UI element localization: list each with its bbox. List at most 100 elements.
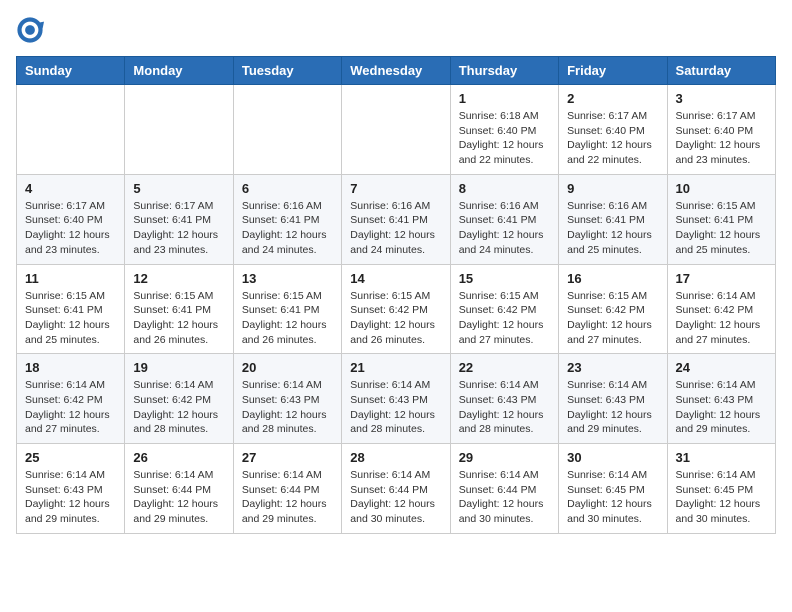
day-number: 2 — [567, 91, 658, 106]
day-info: Sunrise: 6:17 AM Sunset: 6:40 PM Dayligh… — [676, 109, 767, 168]
calendar-cell: 9 Sunrise: 6:16 AM Sunset: 6:41 PM Daylig… — [559, 174, 667, 264]
day-number: 15 — [459, 271, 550, 286]
calendar-week-2: 4 Sunrise: 6:17 AM Sunset: 6:40 PM Daylig… — [17, 174, 776, 264]
weekday-row: SundayMondayTuesdayWednesdayThursdayFrid… — [17, 57, 776, 85]
day-info: Sunrise: 6:17 AM Sunset: 6:41 PM Dayligh… — [133, 199, 224, 258]
day-info: Sunrise: 6:14 AM Sunset: 6:43 PM Dayligh… — [25, 468, 116, 527]
day-number: 7 — [350, 181, 441, 196]
calendar-cell: 20 Sunrise: 6:14 AM Sunset: 6:43 PM Dayli… — [233, 354, 341, 444]
day-info: Sunrise: 6:14 AM Sunset: 6:43 PM Dayligh… — [459, 378, 550, 437]
day-number: 16 — [567, 271, 658, 286]
day-number: 27 — [242, 450, 333, 465]
calendar-cell: 26 Sunrise: 6:14 AM Sunset: 6:44 PM Dayli… — [125, 444, 233, 534]
calendar-cell: 13 Sunrise: 6:15 AM Sunset: 6:41 PM Dayli… — [233, 264, 341, 354]
calendar-body: 1 Sunrise: 6:18 AM Sunset: 6:40 PM Daylig… — [17, 85, 776, 534]
day-number: 14 — [350, 271, 441, 286]
weekday-header-friday: Friday — [559, 57, 667, 85]
calendar-cell: 18 Sunrise: 6:14 AM Sunset: 6:42 PM Dayli… — [17, 354, 125, 444]
calendar-week-3: 11 Sunrise: 6:15 AM Sunset: 6:41 PM Dayli… — [17, 264, 776, 354]
day-info: Sunrise: 6:14 AM Sunset: 6:44 PM Dayligh… — [350, 468, 441, 527]
day-info: Sunrise: 6:15 AM Sunset: 6:42 PM Dayligh… — [459, 289, 550, 348]
day-info: Sunrise: 6:15 AM Sunset: 6:42 PM Dayligh… — [350, 289, 441, 348]
calendar-cell: 15 Sunrise: 6:15 AM Sunset: 6:42 PM Dayli… — [450, 264, 558, 354]
page-header — [16, 16, 776, 44]
calendar-cell: 5 Sunrise: 6:17 AM Sunset: 6:41 PM Daylig… — [125, 174, 233, 264]
calendar-cell: 27 Sunrise: 6:14 AM Sunset: 6:44 PM Dayli… — [233, 444, 341, 534]
day-number: 6 — [242, 181, 333, 196]
calendar-cell: 29Sunrise: 6:14 AM Sunset: 6:44 PM Dayli… — [450, 444, 558, 534]
calendar-cell: 14 Sunrise: 6:15 AM Sunset: 6:42 PM Dayli… — [342, 264, 450, 354]
calendar-cell: 31Sunrise: 6:14 AM Sunset: 6:45 PM Dayli… — [667, 444, 775, 534]
day-info: Sunrise: 6:14 AM Sunset: 6:43 PM Dayligh… — [567, 378, 658, 437]
calendar-cell — [233, 85, 341, 175]
day-info: Sunrise: 6:14 AM Sunset: 6:43 PM Dayligh… — [242, 378, 333, 437]
day-number: 9 — [567, 181, 658, 196]
calendar-cell: 23 Sunrise: 6:14 AM Sunset: 6:43 PM Dayli… — [559, 354, 667, 444]
day-number: 1 — [459, 91, 550, 106]
calendar-cell: 19Sunrise: 6:14 AM Sunset: 6:42 PM Dayli… — [125, 354, 233, 444]
weekday-header-saturday: Saturday — [667, 57, 775, 85]
day-info: Sunrise: 6:14 AM Sunset: 6:45 PM Dayligh… — [567, 468, 658, 527]
calendar-cell: 22 Sunrise: 6:14 AM Sunset: 6:43 PM Dayli… — [450, 354, 558, 444]
calendar-cell: 16 Sunrise: 6:15 AM Sunset: 6:42 PM Dayli… — [559, 264, 667, 354]
weekday-header-tuesday: Tuesday — [233, 57, 341, 85]
day-number: 25 — [25, 450, 116, 465]
weekday-header-monday: Monday — [125, 57, 233, 85]
calendar-week-1: 1 Sunrise: 6:18 AM Sunset: 6:40 PM Daylig… — [17, 85, 776, 175]
day-info: Sunrise: 6:15 AM Sunset: 6:41 PM Dayligh… — [242, 289, 333, 348]
day-info: Sunrise: 6:14 AM Sunset: 6:45 PM Dayligh… — [676, 468, 767, 527]
calendar-week-4: 18 Sunrise: 6:14 AM Sunset: 6:42 PM Dayli… — [17, 354, 776, 444]
day-info: Sunrise: 6:14 AM Sunset: 6:44 PM Dayligh… — [459, 468, 550, 527]
calendar-cell — [125, 85, 233, 175]
day-number: 12 — [133, 271, 224, 286]
day-info: Sunrise: 6:18 AM Sunset: 6:40 PM Dayligh… — [459, 109, 550, 168]
day-info: Sunrise: 6:15 AM Sunset: 6:42 PM Dayligh… — [567, 289, 658, 348]
day-info: Sunrise: 6:17 AM Sunset: 6:40 PM Dayligh… — [567, 109, 658, 168]
calendar-cell: 24Sunrise: 6:14 AM Sunset: 6:43 PM Dayli… — [667, 354, 775, 444]
day-number: 24 — [676, 360, 767, 375]
weekday-header-wednesday: Wednesday — [342, 57, 450, 85]
calendar-cell: 21Sunrise: 6:14 AM Sunset: 6:43 PM Dayli… — [342, 354, 450, 444]
calendar-cell: 6Sunrise: 6:16 AM Sunset: 6:41 PM Daylig… — [233, 174, 341, 264]
calendar-week-5: 25 Sunrise: 6:14 AM Sunset: 6:43 PM Dayli… — [17, 444, 776, 534]
calendar-cell: 10 Sunrise: 6:15 AM Sunset: 6:41 PM Dayli… — [667, 174, 775, 264]
day-info: Sunrise: 6:15 AM Sunset: 6:41 PM Dayligh… — [133, 289, 224, 348]
calendar-cell: 4 Sunrise: 6:17 AM Sunset: 6:40 PM Daylig… — [17, 174, 125, 264]
calendar-cell — [17, 85, 125, 175]
day-number: 10 — [676, 181, 767, 196]
day-number: 23 — [567, 360, 658, 375]
day-info: Sunrise: 6:14 AM Sunset: 6:44 PM Dayligh… — [242, 468, 333, 527]
day-info: Sunrise: 6:14 AM Sunset: 6:43 PM Dayligh… — [350, 378, 441, 437]
calendar-cell: 7Sunrise: 6:16 AM Sunset: 6:41 PM Daylig… — [342, 174, 450, 264]
day-info: Sunrise: 6:15 AM Sunset: 6:41 PM Dayligh… — [676, 199, 767, 258]
calendar-cell: 1 Sunrise: 6:18 AM Sunset: 6:40 PM Daylig… — [450, 85, 558, 175]
calendar-cell: 17 Sunrise: 6:14 AM Sunset: 6:42 PM Dayli… — [667, 264, 775, 354]
calendar-table: SundayMondayTuesdayWednesdayThursdayFrid… — [16, 56, 776, 534]
calendar-cell: 2 Sunrise: 6:17 AM Sunset: 6:40 PM Daylig… — [559, 85, 667, 175]
calendar-cell: 11 Sunrise: 6:15 AM Sunset: 6:41 PM Dayli… — [17, 264, 125, 354]
day-number: 8 — [459, 181, 550, 196]
day-number: 13 — [242, 271, 333, 286]
day-info: Sunrise: 6:14 AM Sunset: 6:44 PM Dayligh… — [133, 468, 224, 527]
weekday-header-sunday: Sunday — [17, 57, 125, 85]
calendar-cell: 3Sunrise: 6:17 AM Sunset: 6:40 PM Daylig… — [667, 85, 775, 175]
day-number: 11 — [25, 271, 116, 286]
calendar-cell — [342, 85, 450, 175]
day-info: Sunrise: 6:15 AM Sunset: 6:41 PM Dayligh… — [25, 289, 116, 348]
day-number: 17 — [676, 271, 767, 286]
day-number: 4 — [25, 181, 116, 196]
day-number: 19 — [133, 360, 224, 375]
calendar-cell: 8Sunrise: 6:16 AM Sunset: 6:41 PM Daylig… — [450, 174, 558, 264]
day-info: Sunrise: 6:17 AM Sunset: 6:40 PM Dayligh… — [25, 199, 116, 258]
day-number: 26 — [133, 450, 224, 465]
day-number: 20 — [242, 360, 333, 375]
day-number: 22 — [459, 360, 550, 375]
day-info: Sunrise: 6:16 AM Sunset: 6:41 PM Dayligh… — [567, 199, 658, 258]
calendar-header: SundayMondayTuesdayWednesdayThursdayFrid… — [17, 57, 776, 85]
day-info: Sunrise: 6:14 AM Sunset: 6:42 PM Dayligh… — [676, 289, 767, 348]
calendar-cell: 25 Sunrise: 6:14 AM Sunset: 6:43 PM Dayli… — [17, 444, 125, 534]
day-number: 18 — [25, 360, 116, 375]
day-number: 5 — [133, 181, 224, 196]
day-info: Sunrise: 6:14 AM Sunset: 6:42 PM Dayligh… — [25, 378, 116, 437]
calendar-cell: 12 Sunrise: 6:15 AM Sunset: 6:41 PM Dayli… — [125, 264, 233, 354]
